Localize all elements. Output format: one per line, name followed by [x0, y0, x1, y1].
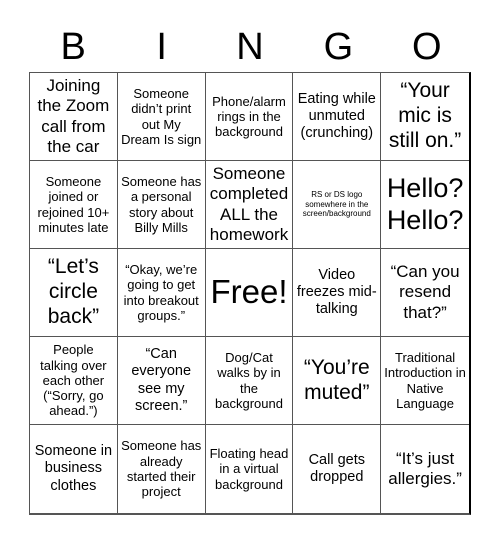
bingo-grid: Joining the Zoom call from the car Someo…: [29, 72, 471, 515]
bingo-cell[interactable]: “Your mic is still on.”: [381, 73, 469, 161]
header-letter-o: O: [412, 26, 442, 68]
bingo-cell[interactable]: Someone completed ALL the homework: [205, 161, 294, 249]
cell-text: Someone in business clothes: [34, 443, 113, 494]
bingo-cell[interactable]: “Let’s circle back”: [30, 249, 118, 337]
bingo-cell[interactable]: “Okay, we’re going to get into breakout …: [117, 249, 206, 337]
cell-text: “Can you resend that?”: [390, 262, 460, 322]
bingo-cell[interactable]: “It’s just allergies.”: [381, 425, 469, 513]
header-letter-b: B: [60, 26, 86, 68]
cell-text: Someone has a personal story about Billy…: [121, 173, 202, 235]
cell-text: RS or DS logo somewhere in the screen/ba…: [302, 190, 371, 219]
cell-text: “Can everyone see my screen.”: [131, 346, 192, 414]
bingo-cell[interactable]: “Can you resend that?”: [381, 249, 469, 337]
cell-text: “Your mic is still on.”: [388, 79, 462, 152]
cell-text: Dog/Cat walks by in the background: [215, 349, 283, 411]
header-letter-g: G: [323, 26, 354, 68]
bingo-cell[interactable]: Hello? Hello?: [381, 161, 469, 249]
bingo-cell[interactable]: Someone in business clothes: [30, 425, 118, 513]
bingo-cell[interactable]: Someone joined or rejoined 10+ minutes l…: [30, 161, 118, 249]
cell-text: “Let’s circle back”: [47, 255, 100, 328]
bingo-cell[interactable]: Video freezes mid-talking: [293, 249, 382, 337]
bingo-cell[interactable]: Eating while unmuted (crunching): [293, 73, 382, 161]
cell-text: Someone didn’t print out My Dream Is sig…: [121, 85, 202, 147]
cell-text: “It’s just allergies.”: [388, 448, 462, 488]
bingo-cell[interactable]: Someone has already started their projec…: [118, 425, 206, 513]
cell-text: People talking over each other (“Sorry, …: [40, 342, 107, 419]
bingo-header: B I N G O: [29, 22, 471, 72]
cell-text: Hello? Hello?: [386, 173, 464, 235]
cell-text: Eating while unmuted (crunching): [297, 90, 376, 142]
cell-text: Call gets dropped: [308, 451, 365, 485]
free-space-cell[interactable]: Free!: [205, 249, 294, 337]
header-letter-i: I: [156, 26, 167, 68]
bingo-cell[interactable]: Traditional Introduction in Native Langu…: [381, 337, 469, 425]
cell-text: Someone joined or rejoined 10+ minutes l…: [37, 173, 110, 235]
bingo-cell[interactable]: Dog/Cat walks by in the background: [205, 337, 294, 425]
cell-text: Joining the Zoom call from the car: [37, 76, 110, 156]
cell-text: “Okay, we’re going to get into breakout …: [123, 261, 199, 323]
cell-text: “You’re muted”: [303, 355, 370, 404]
cell-text: Phone/alarm rings in the background: [212, 93, 286, 140]
cell-text: Free!: [210, 273, 288, 311]
bingo-cell[interactable]: Someone didn’t print out My Dream Is sig…: [117, 73, 206, 161]
header-letter-n: N: [236, 26, 264, 68]
bingo-cell[interactable]: Someone has a personal story about Billy…: [117, 161, 206, 249]
bingo-cell[interactable]: Floating head in a virtual background: [206, 425, 294, 513]
cell-text: Traditional Introduction in Native Langu…: [384, 349, 466, 411]
bingo-cell[interactable]: People talking over each other (“Sorry, …: [30, 337, 118, 425]
bingo-cell[interactable]: Call gets dropped: [293, 425, 382, 513]
bingo-cell[interactable]: Joining the Zoom call from the car: [30, 73, 118, 161]
cell-text: Someone completed ALL the homework: [209, 164, 289, 244]
cell-text: Floating head in a virtual background: [209, 446, 289, 492]
cell-text: Video freezes mid-talking: [296, 266, 377, 318]
bingo-cell[interactable]: “Can everyone see my screen.”: [117, 337, 206, 425]
cell-text: Someone has already started their projec…: [121, 438, 202, 500]
bingo-cell[interactable]: “You’re muted”: [293, 337, 382, 425]
bingo-cell[interactable]: RS or DS logo somewhere in the screen/ba…: [293, 161, 382, 249]
bingo-cell[interactable]: Phone/alarm rings in the background: [205, 73, 294, 161]
